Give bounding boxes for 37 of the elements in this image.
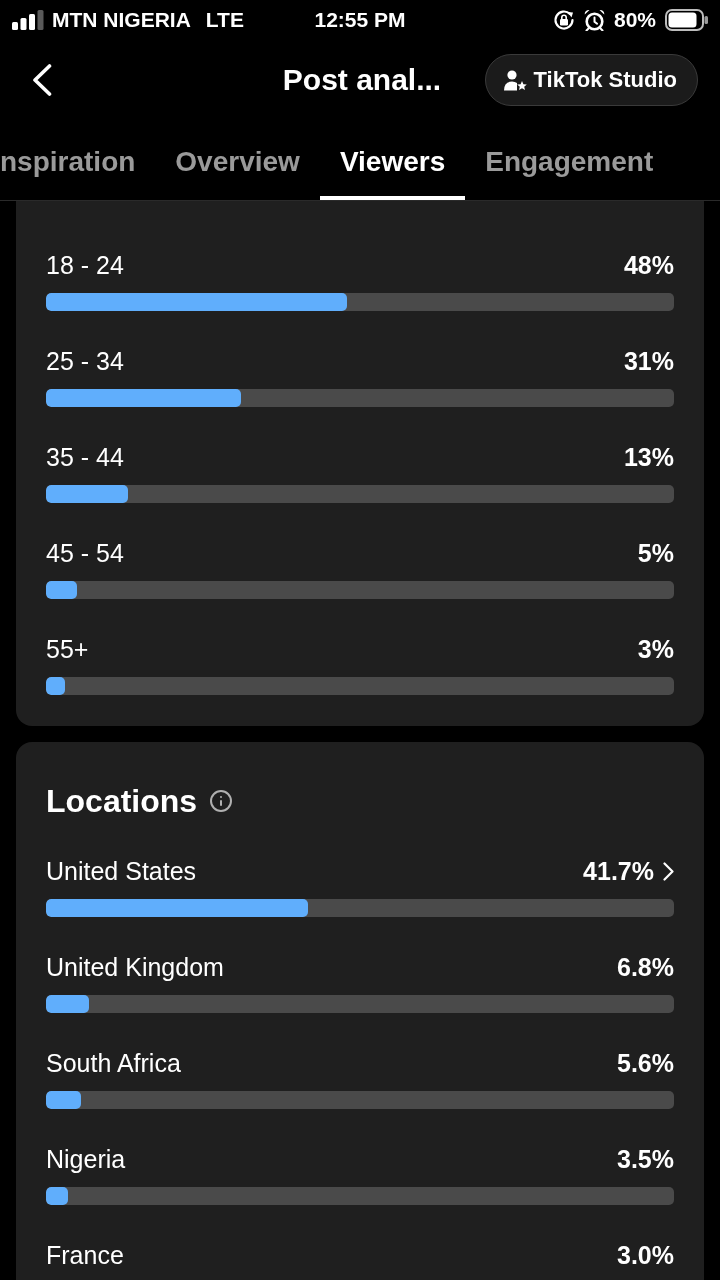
percent-value: 48% — [623, 250, 674, 280]
page-title: Post anal... — [282, 62, 442, 98]
chevron-left-icon — [32, 64, 52, 96]
row-label: 18 - 24 — [46, 250, 124, 280]
status-time: 12:55 PM — [314, 7, 406, 33]
percent-value: 13% — [623, 442, 674, 472]
percent-value: 3% — [637, 634, 674, 664]
info-icon[interactable] — [209, 789, 234, 813]
carrier-name: MTN NIGERIA — [52, 7, 191, 33]
section-title: Locations — [46, 783, 198, 819]
battery-percent: 80% — [613, 7, 656, 33]
row-label: 55+ — [46, 634, 89, 664]
battery-icon — [665, 9, 708, 31]
signal-icon — [12, 10, 44, 30]
row-label: 35 - 44 — [46, 442, 124, 472]
row-label: Nigeria — [46, 1144, 126, 1174]
percent-value: 6.8% — [617, 952, 674, 982]
row-label: 45 - 54 — [46, 538, 124, 568]
rotation-lock-icon — [552, 9, 575, 31]
percent-value: 3.0% — [617, 1240, 674, 1270]
percent-value: 5% — [637, 538, 674, 568]
alarm-clock-icon — [583, 9, 605, 31]
person-star-icon — [503, 69, 527, 91]
tab[interactable]: nspiration — [0, 120, 156, 200]
percent-value: 3.5% — [617, 1144, 674, 1174]
row-label: United States — [46, 856, 197, 886]
row-label: 25 - 34 — [46, 346, 124, 376]
network-type: LTE — [205, 7, 244, 33]
studio-button[interactable]: TikTok Studio — [484, 54, 698, 106]
percent-value: 5.6% — [617, 1048, 674, 1078]
percent-value: 41.7% — [583, 856, 654, 886]
tab[interactable]: Overview — [155, 120, 320, 200]
row-label: France — [46, 1240, 124, 1270]
row-label: South Africa — [46, 1048, 181, 1078]
tab[interactable]: Engagement — [465, 120, 674, 200]
percent-value: 31% — [623, 346, 674, 376]
row-label: United Kingdom — [46, 952, 224, 982]
